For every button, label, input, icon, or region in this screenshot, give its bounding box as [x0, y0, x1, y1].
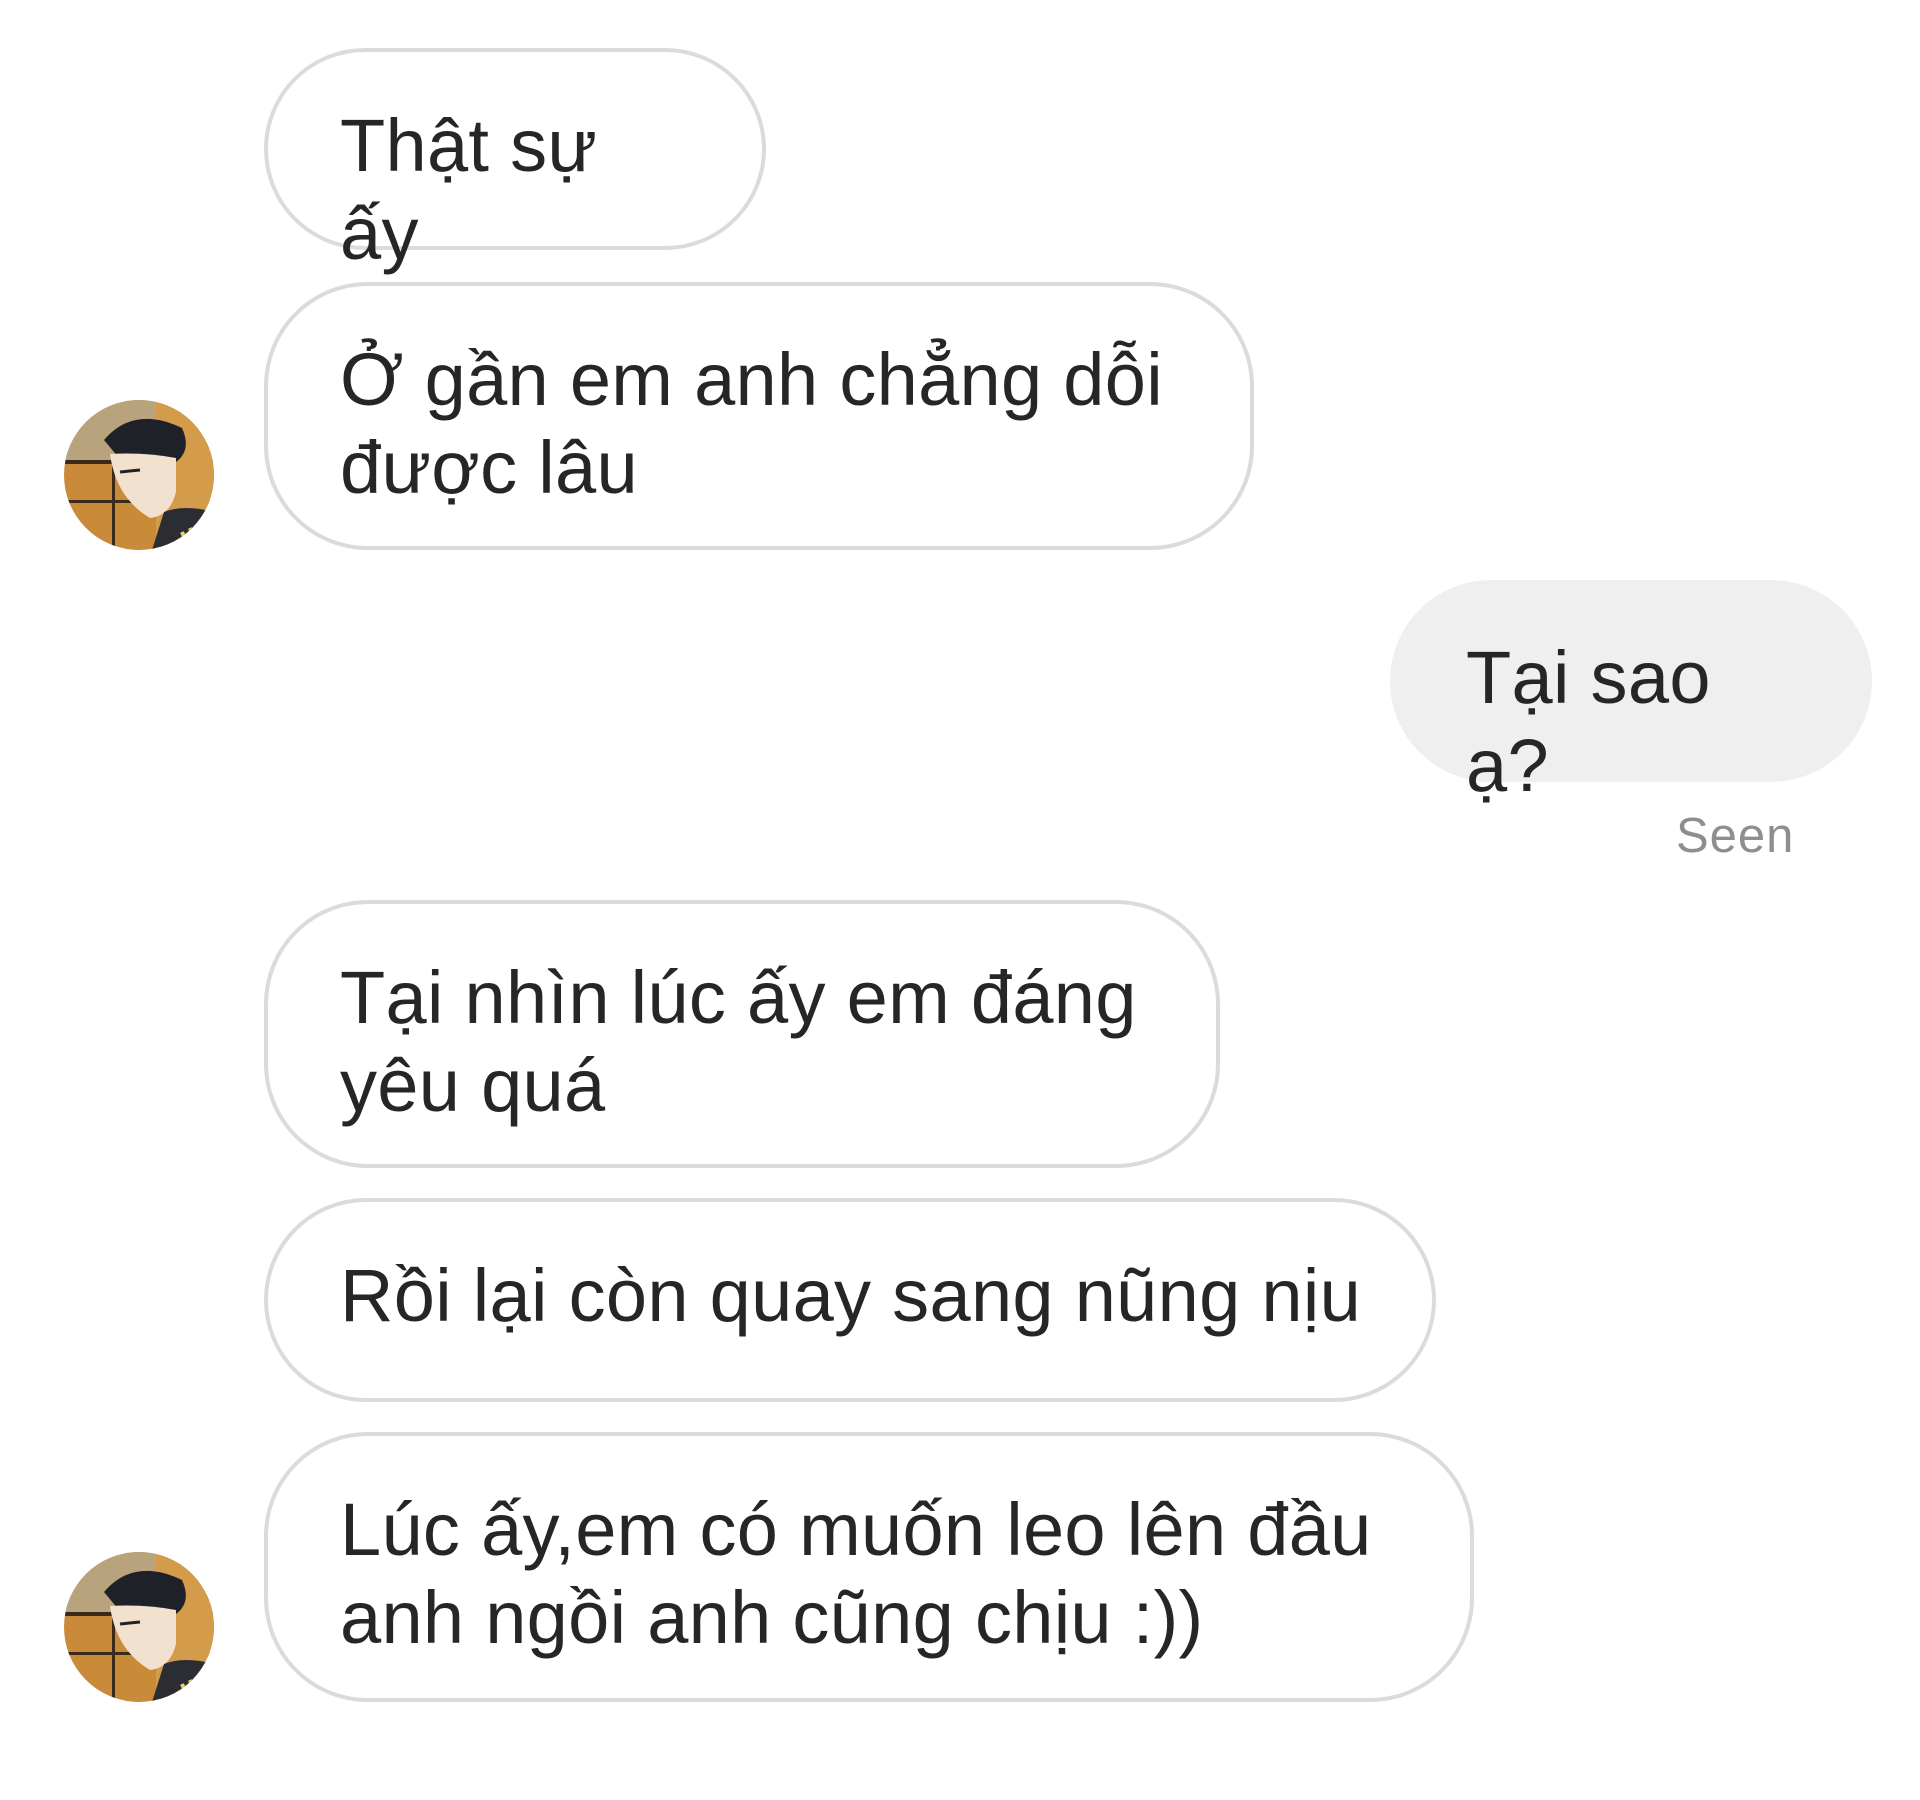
message-bubble-outgoing[interactable]: Tại sao ạ?: [1390, 580, 1872, 807]
message-thread: Thật sự ấy Ở gần em anh chẳng dỗi được l…: [0, 0, 1920, 1800]
message-bubble-incoming[interactable]: Thật sự ấy: [264, 48, 766, 275]
message-bubble-incoming[interactable]: Tại nhìn lúc ấy em đáng yêu quá: [264, 900, 1220, 1168]
contact-avatar-icon: [64, 1552, 214, 1702]
contact-avatar-icon: [64, 400, 214, 550]
message-text: Thật sự ấy: [340, 104, 598, 275]
message-text: Tại sao ạ?: [1466, 636, 1711, 807]
message-bubble-incoming[interactable]: Ở gần em anh chẳng dỗi được lâu: [264, 282, 1254, 550]
message-text: Ở gần em anh chẳng dỗi được lâu: [340, 338, 1163, 509]
message-text: Tại nhìn lúc ấy em đáng yêu quá: [340, 956, 1137, 1127]
message-bubble-incoming[interactable]: Rồi lại còn quay sang nũng nịu: [264, 1198, 1436, 1402]
avatar[interactable]: [64, 400, 214, 550]
message-text: Rồi lại còn quay sang nũng nịu: [340, 1254, 1362, 1337]
avatar[interactable]: [64, 1552, 214, 1702]
message-text: Lúc ấy,em có muốn leo lên đầu anh ngồi a…: [340, 1488, 1372, 1659]
message-bubble-incoming[interactable]: Lúc ấy,em có muốn leo lên đầu anh ngồi a…: [264, 1432, 1474, 1702]
seen-status: Seen: [1676, 809, 1795, 863]
